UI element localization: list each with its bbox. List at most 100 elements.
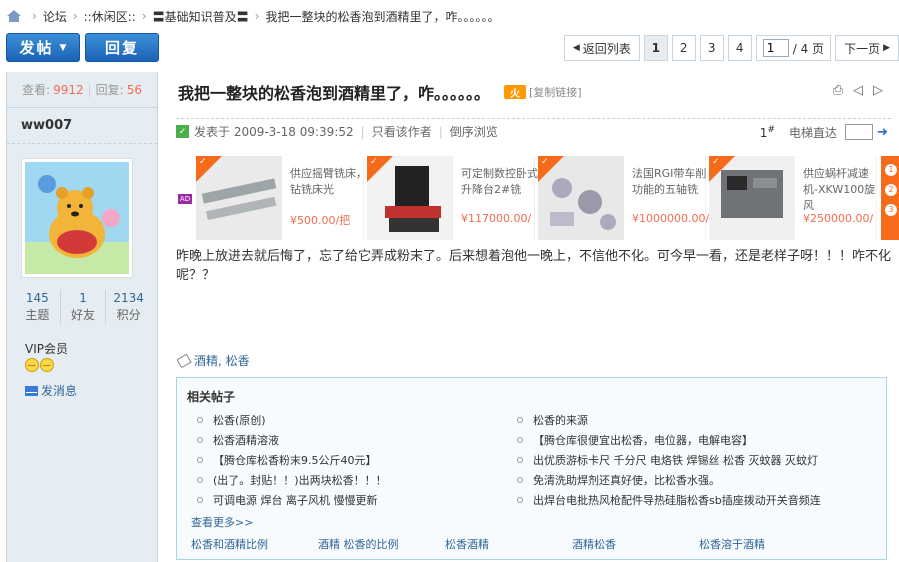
list-item[interactable]: 免清洗助焊剂还真好使，比松香水强。 <box>517 470 847 490</box>
ad-price: ¥1000000.00/ <box>632 212 710 225</box>
breadcrumb-leisure[interactable]: ::休闲区:: <box>84 8 136 25</box>
send-message-label: 发消息 <box>41 384 78 398</box>
send-message-link[interactable]: 发消息 <box>25 382 77 399</box>
page-2[interactable]: 2 <box>671 35 696 61</box>
new-post-label: 发帖 <box>19 39 54 57</box>
go-arrow-icon[interactable]: ➜ <box>877 125 891 140</box>
page-3[interactable]: 3 <box>699 35 724 61</box>
page-4[interactable]: 4 <box>727 35 752 61</box>
breadcrumb-basics[interactable]: 〓基础知识普及〓 <box>153 8 249 25</box>
ad-image: ✓ <box>709 156 795 240</box>
page-number-input[interactable] <box>762 39 789 57</box>
list-item[interactable]: 【腾仓库很便宜出松香，电位器，电解电容】 <box>517 430 847 450</box>
stat-threads-label: 主题 <box>25 308 50 322</box>
keyword-links: 松香和酒精比例 酒精 松香的比例 松香酒精 酒精松香 松香溶于酒精 <box>191 536 826 552</box>
pagination: ◀ 返回列表 1 2 3 4 / 4 页 下一页 ▶ <box>560 35 899 61</box>
ad-page-1[interactable]: 1 <box>885 164 897 176</box>
page-title: 我把一整块的松香泡到酒精里了，咋。。。。。。 <box>178 84 491 103</box>
ad-corner-icon: ✓ <box>199 157 207 167</box>
list-item[interactable]: 出焊台电批热风枪配件导热硅脂松香sb插座拨动开关音频连 <box>517 490 847 510</box>
breadcrumb: › 论坛 › ::休闲区:: › 〓基础知识普及〓 › 我把一整块的松香泡到酒精… <box>0 0 899 32</box>
floor-tools: 1# 电梯直达 ➜ <box>760 119 891 145</box>
floor-input[interactable] <box>845 124 873 140</box>
ad-page-2[interactable]: 2 <box>885 184 897 196</box>
see-more-link[interactable]: 查看更多>> <box>191 514 253 530</box>
reply-button[interactable]: 回复 <box>85 33 159 62</box>
floor-number: 1# <box>760 125 775 140</box>
ad-card[interactable]: ✓ 可定制数控卧式升降台2#铣 ¥117000.00/ <box>367 156 538 240</box>
back-to-list-button[interactable]: ◀ 返回列表 <box>563 35 640 61</box>
ad-corner-icon: ✓ <box>370 157 378 167</box>
stat-friends[interactable]: 1 好友 <box>61 290 107 324</box>
list-item[interactable]: 可调电源 焊台 离子风机 慢慢更新 <box>197 490 527 510</box>
envelope-icon <box>25 385 38 396</box>
list-item[interactable]: 松香(原创) <box>197 410 527 430</box>
floor-number-suffix: # <box>767 124 775 135</box>
avatar[interactable] <box>21 158 133 278</box>
stats-divider: | <box>87 82 92 97</box>
reverse-order-link[interactable]: 倒序浏览 <box>450 123 498 140</box>
list-item[interactable]: 松香的来源 <box>517 410 847 430</box>
related-title: 相关帖子 <box>187 390 236 404</box>
stat-threads-value: 145 <box>25 291 49 305</box>
keyword-link[interactable]: 松香和酒精比例 <box>191 536 318 552</box>
author-only-link[interactable]: 只看该作者 <box>372 123 432 140</box>
author-username[interactable]: ww007 <box>7 108 157 144</box>
ad-image: ✓ <box>196 156 282 240</box>
new-post-button[interactable]: 发帖 ▼ <box>6 33 80 62</box>
page-1[interactable]: 1 <box>643 35 668 61</box>
stat-threads[interactable]: 145 主题 <box>15 290 61 324</box>
copy-link-label: [复制链接] <box>529 86 582 99</box>
post-date: 发表于 2009-3-18 09:39:52 <box>194 125 354 139</box>
copy-link-button[interactable]: 火 [复制链接] <box>504 84 582 100</box>
ad-price: ¥250000.00/ <box>803 212 874 225</box>
stat-friends-label: 好友 <box>71 308 96 322</box>
replies-label: 回复: <box>95 83 124 97</box>
ad-image: ✓ <box>538 156 624 240</box>
list-item[interactable]: 松香酒精溶液 <box>197 430 527 450</box>
ad-page-3[interactable]: 3 <box>885 204 897 216</box>
list-item[interactable]: (出了。封贴！！)出两块松香！！！ <box>197 470 527 490</box>
next-page-label: 下一页 <box>844 41 881 56</box>
ad-card[interactable]: ✓ 法国RGI带车削功能的五轴铣 ¥1000000.00/ <box>538 156 710 240</box>
back-to-list-label: 返回列表 <box>582 41 631 56</box>
tag-links[interactable]: 酒精, 松香 <box>194 352 250 369</box>
list-item[interactable]: 出优质游标卡尺 千分尺 电烙铁 焊锡丝 松香 灭蚊器 灭蚊灯 <box>517 450 847 470</box>
page-jump: / 4 页 <box>755 35 832 61</box>
views-label: 查看: <box>22 83 51 97</box>
stat-friends-value: 1 <box>79 291 87 305</box>
meta-divider: | <box>360 124 365 139</box>
print-icon[interactable]: ⎙ <box>831 84 845 98</box>
chevron-left-icon: ◀ <box>572 43 580 53</box>
ad-badge: AD <box>178 194 192 204</box>
author-sidebar: 查看: 9912 | 回复: 56 ww007 145 主题 1 好友 2134… <box>6 72 158 562</box>
post-body: 昨晚上放进去就后悔了，忘了给它弄成粉末了。后来想着泡他一晚上，不信他不化。可今早… <box>176 249 892 283</box>
keyword-link[interactable]: 松香溶于酒精 <box>699 536 826 552</box>
list-item[interactable]: 【腾仓库松香粉末9.5公斤40元】 <box>197 450 527 470</box>
keyword-link[interactable]: 松香酒精 <box>445 536 572 552</box>
avatar-image <box>25 162 129 274</box>
stat-points[interactable]: 2134 积分 <box>106 290 151 324</box>
next-page-button[interactable]: 下一页 ▶ <box>835 35 899 61</box>
views-count: 9912 <box>53 82 84 97</box>
page-total: / 4 页 <box>792 41 825 56</box>
tag-list: 酒精, 松香 <box>176 352 250 369</box>
keyword-link[interactable]: 酒精松香 <box>572 536 699 552</box>
breadcrumb-forum[interactable]: 论坛 <box>43 8 67 25</box>
previous-thread-icon[interactable]: ◁ <box>851 84 865 98</box>
ad-corner-icon: ✓ <box>541 157 549 167</box>
stat-points-label: 积分 <box>116 308 141 322</box>
meta-divider: | <box>438 124 443 139</box>
breadcrumb-separator: › <box>254 9 260 23</box>
ad-title: 法国RGI带车削功能的五轴铣 <box>632 167 707 196</box>
post-main: 我把一整块的松香泡到酒精里了，咋。。。。。。 火 [复制链接] ⎙ ◁ ▷ ✓ … <box>158 72 899 562</box>
keyword-link[interactable]: 酒精 松香的比例 <box>318 536 445 552</box>
ad-card[interactable]: ✓ 供应摇臂铣床，钻铣床光 ¥500.00/把 <box>196 156 367 240</box>
ad-card[interactable]: ✓ 供应蜗杆减速机-XKW100旋风 ¥250000.00/ <box>709 156 877 240</box>
home-icon[interactable] <box>6 9 22 23</box>
next-thread-icon[interactable]: ▷ <box>871 84 885 98</box>
smiley-icon <box>25 357 39 372</box>
fire-icon: 火 <box>504 85 527 100</box>
chevron-down-icon: ▼ <box>59 42 67 53</box>
related-list-left: 松香(原创) 松香酒精溶液 【腾仓库松香粉末9.5公斤40元】 (出了。封贴！！… <box>197 410 527 510</box>
